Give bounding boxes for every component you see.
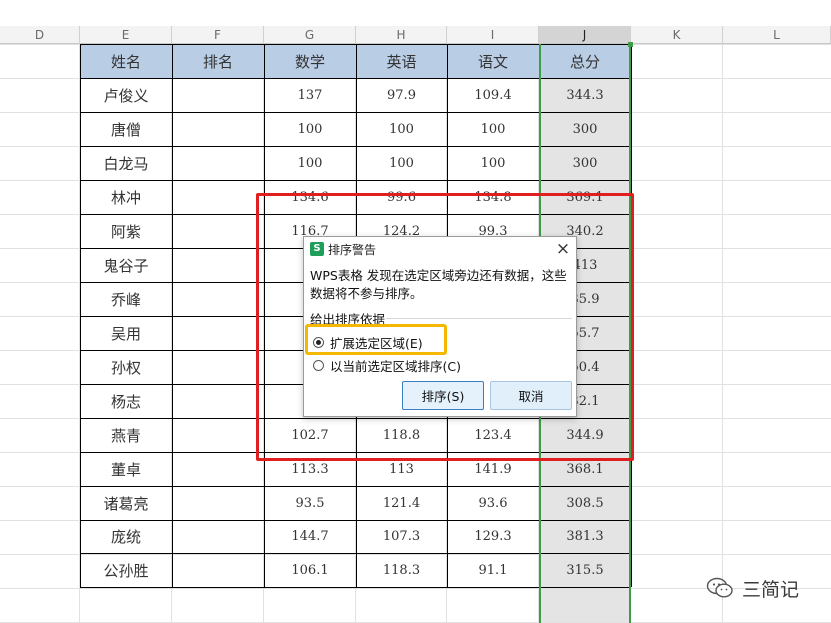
table-cell-rank[interactable] (172, 282, 264, 316)
watermark-text: 三简记 (742, 578, 800, 601)
table-cell-chinese[interactable]: 100 (447, 112, 539, 146)
radio-current-icon[interactable] (313, 359, 324, 371)
column-header-g[interactable]: G (264, 26, 356, 44)
table-cell-english[interactable]: 100 (356, 146, 447, 180)
group-divider (386, 318, 572, 319)
table-cell-math[interactable]: 100 (264, 146, 356, 180)
selection-fill-handle[interactable] (628, 42, 633, 47)
table-cell-math[interactable]: 144.7 (264, 520, 356, 553)
column-header-l[interactable]: L (723, 26, 831, 44)
close-icon[interactable]: × (552, 238, 574, 260)
table-cell-name[interactable]: 董卓 (80, 452, 172, 486)
table-cell-rank[interactable] (172, 384, 264, 418)
cancel-button[interactable]: 取消 (490, 381, 572, 410)
table-cell-english[interactable]: 107.3 (356, 520, 447, 553)
table-cell-rank[interactable] (172, 112, 264, 146)
table-cell-name[interactable]: 孙权 (80, 350, 172, 384)
table-cell-name[interactable]: 燕青 (80, 418, 172, 452)
dialog-message: WPS表格 发现在选定区域旁边还有数据，这些数据将不参与排序。 (310, 268, 567, 301)
table-cell-chinese[interactable]: 129.3 (447, 520, 539, 553)
table-cell-english[interactable]: 97.9 (356, 78, 447, 112)
header-cell[interactable]: 数学 (264, 44, 356, 78)
table-cell-rank[interactable] (172, 248, 264, 282)
column-header-e[interactable]: E (80, 26, 172, 44)
column-header-f[interactable]: F (172, 26, 264, 44)
table-cell-rank[interactable] (172, 452, 264, 486)
table-cell-name[interactable]: 卢俊义 (80, 78, 172, 112)
annotation-yellow-box (305, 324, 447, 355)
table-cell-name[interactable]: 诸葛亮 (80, 486, 172, 520)
spreadsheet: DEFGHIJKL 姓名 排名 数学 英语 语文 总分 卢俊义 137 97.9 109.4 344… (0, 0, 831, 623)
watermark: 三简记 (706, 574, 799, 602)
column-header-d[interactable]: D (0, 26, 80, 44)
column-header-j[interactable]: J (539, 26, 631, 44)
table-cell-name[interactable]: 白龙马 (80, 146, 172, 180)
table-cell-name[interactable]: 吴用 (80, 316, 172, 350)
table-cell-name[interactable]: 乔峰 (80, 282, 172, 316)
option-current-label: 以当前选定区域排序(C) (330, 358, 461, 374)
table-cell-rank[interactable] (172, 180, 264, 214)
table-cell-rank[interactable] (172, 350, 264, 384)
table-cell-math[interactable]: 137 (264, 78, 356, 112)
header-cell[interactable]: 语文 (447, 44, 539, 78)
table-cell-english[interactable]: 118.3 (356, 553, 447, 587)
sort-button[interactable]: 排序(S) (402, 381, 484, 410)
table-cell-rank[interactable] (172, 486, 264, 520)
gridline-vertical (722, 44, 723, 623)
table-cell-chinese[interactable]: 100 (447, 146, 539, 180)
table-cell-rank[interactable] (172, 78, 264, 112)
table-cell-rank[interactable] (172, 146, 264, 180)
wps-app-icon: S (310, 242, 324, 256)
wechat-icon (706, 577, 733, 598)
column-header-k[interactable]: K (631, 26, 723, 44)
header-cell[interactable]: 排名 (172, 44, 264, 78)
table-cell-name[interactable]: 杨志 (80, 384, 172, 418)
table-cell-rank[interactable] (172, 553, 264, 587)
table-cell-math[interactable]: 100 (264, 112, 356, 146)
table-cell-rank[interactable] (172, 316, 264, 350)
table-cell-name[interactable]: 庞统 (80, 520, 172, 553)
toolbar-area (0, 0, 831, 26)
dialog-titlebar[interactable]: S 排序警告 × (304, 237, 576, 261)
header-cell[interactable]: 英语 (356, 44, 447, 78)
table-cell-chinese[interactable]: 93.6 (447, 486, 539, 520)
table-cell-rank[interactable] (172, 418, 264, 452)
table-cell-chinese[interactable]: 109.4 (447, 78, 539, 112)
column-header-i[interactable]: I (447, 26, 539, 44)
table-cell-name[interactable]: 林冲 (80, 180, 172, 214)
table-cell-name[interactable]: 唐僧 (80, 112, 172, 146)
table-cell-chinese[interactable]: 91.1 (447, 553, 539, 587)
column-header-h[interactable]: H (356, 26, 447, 44)
table-cell-name[interactable]: 公孙胜 (80, 553, 172, 587)
table-cell-english[interactable]: 100 (356, 112, 447, 146)
table-cell-name[interactable]: 鬼谷子 (80, 248, 172, 282)
table-cell-rank[interactable] (172, 214, 264, 248)
table-cell-english[interactable]: 121.4 (356, 486, 447, 520)
table-cell-math[interactable]: 93.5 (264, 486, 356, 520)
table-cell-name[interactable]: 阿紫 (80, 214, 172, 248)
table-cell-math[interactable]: 106.1 (264, 553, 356, 587)
header-cell[interactable]: 姓名 (80, 44, 172, 78)
table-cell-rank[interactable] (172, 520, 264, 553)
dialog-title: 排序警告 (328, 243, 377, 257)
option-current-selection[interactable]: 以当前选定区域排序(C) (313, 356, 461, 374)
